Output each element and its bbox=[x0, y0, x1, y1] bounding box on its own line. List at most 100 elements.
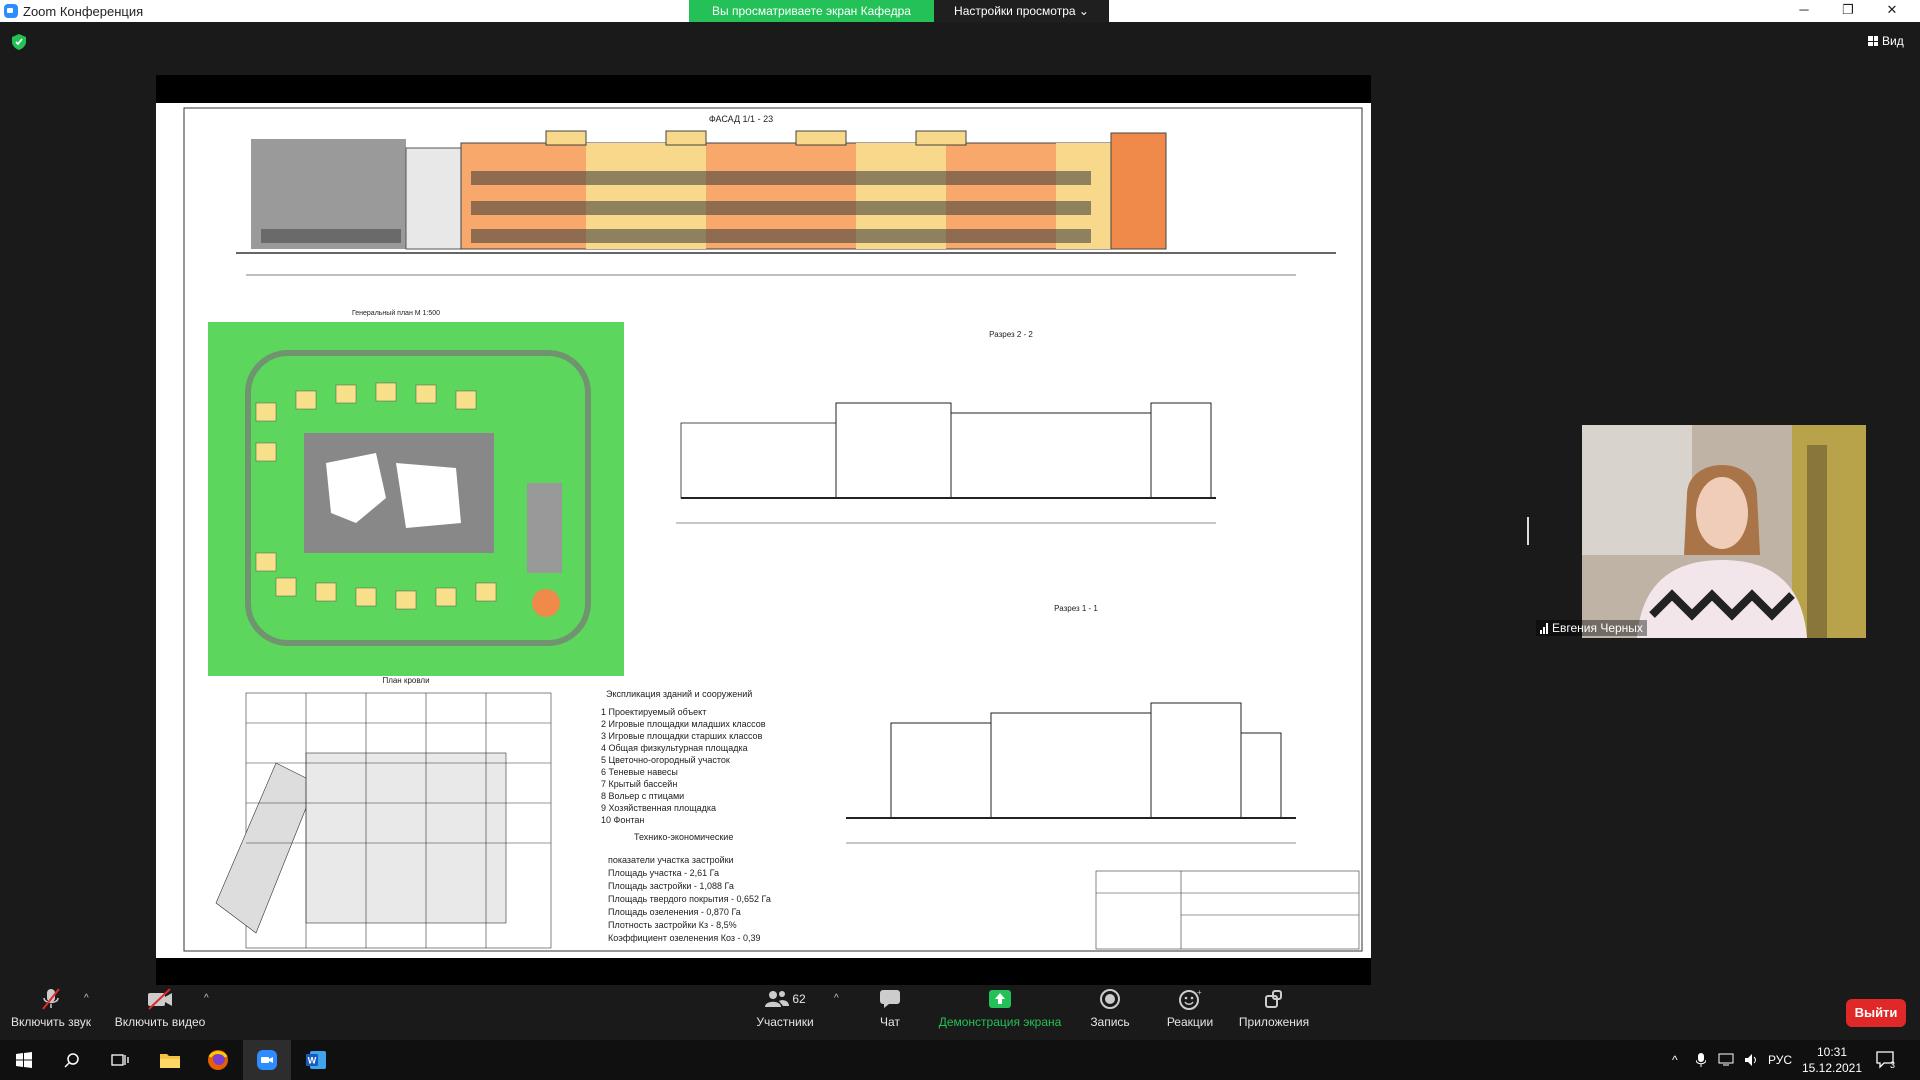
facade-drawing bbox=[236, 130, 1336, 276]
reactions-button[interactable]: + Реакции bbox=[1160, 985, 1220, 1040]
minimize-button[interactable]: ─ bbox=[1782, 0, 1826, 22]
taskbar-firefox[interactable] bbox=[194, 1040, 242, 1080]
restore-button[interactable]: ❐ bbox=[1826, 0, 1870, 22]
participant-name-tag: Евгения Черных bbox=[1536, 620, 1647, 636]
word-icon: W bbox=[306, 1051, 326, 1069]
participants-count: 62 bbox=[792, 992, 806, 1006]
view-settings-button[interactable]: Настройки просмотра ⌄ bbox=[934, 0, 1109, 22]
clock-time: 10:31 bbox=[1816, 1045, 1848, 1059]
section11-title: Разрез 1 - 1 bbox=[1054, 604, 1098, 613]
reactions-label: Реакции bbox=[1166, 1015, 1214, 1029]
participants-label: Участники bbox=[756, 1015, 814, 1029]
video-options-caret[interactable]: ^ bbox=[204, 993, 209, 1004]
resize-handle[interactable] bbox=[1527, 517, 1529, 545]
tray-language[interactable]: РУС bbox=[1768, 1040, 1792, 1080]
start-video-button[interactable]: Включить видео bbox=[112, 985, 208, 1040]
explication-item: 3 Игровые площадки старших классов bbox=[601, 731, 763, 741]
view-button-label: Вид bbox=[1882, 34, 1904, 48]
share-screen-icon bbox=[989, 990, 1011, 1008]
tray-overflow-chevron[interactable]: ^ bbox=[1672, 1040, 1678, 1080]
title-block bbox=[1095, 870, 1360, 950]
signal-strength-icon bbox=[1540, 622, 1548, 634]
meeting-toolbar: Включить звук ^ Включить видео ^ 62 Учас… bbox=[0, 985, 1920, 1040]
restore-icon: ❐ bbox=[1842, 2, 1854, 17]
share-screen-button[interactable]: Демонстрация экрана bbox=[935, 985, 1065, 1040]
explication-item: 10 Фонтан bbox=[601, 815, 644, 825]
view-button[interactable]: Вид bbox=[1868, 34, 1904, 48]
title-bar: Zoom Конференция Вы просматриваете экран… bbox=[0, 0, 1920, 40]
tech-title: Технико-экономические bbox=[634, 832, 733, 842]
tech-item: Коэффициент озеленения Коз - 0,39 bbox=[608, 933, 761, 943]
close-icon: ✕ bbox=[1886, 2, 1898, 17]
svg-text:W: W bbox=[308, 1056, 317, 1066]
roof-plan-drawing bbox=[215, 692, 552, 949]
folder-icon bbox=[160, 1054, 180, 1068]
smiley-icon: + bbox=[1179, 988, 1202, 1010]
explication-item: 4 Общая физкультурная площадка bbox=[601, 743, 748, 753]
audio-options-caret[interactable]: ^ bbox=[84, 993, 89, 1004]
participant-video-frame bbox=[1582, 425, 1866, 638]
chat-button[interactable]: Чат bbox=[870, 985, 910, 1040]
participants-options-caret[interactable]: ^ bbox=[834, 993, 839, 1004]
share-banner: Вы просматриваете экран Кафедра СиГХ Нас… bbox=[689, 0, 1109, 40]
notification-center[interactable]: 3 bbox=[1876, 1040, 1895, 1080]
zoom-app-icon bbox=[4, 4, 18, 18]
chat-icon bbox=[880, 990, 900, 1008]
zoom-icon bbox=[257, 1050, 277, 1070]
section-11-drawing bbox=[846, 702, 1296, 844]
unmute-button[interactable]: Включить звук bbox=[8, 985, 94, 1040]
presentation-slide: ФАСАД 1/1 - 23 Генеральный план М 1:500 bbox=[156, 103, 1371, 958]
explication-item: 6 Теневые навесы bbox=[601, 767, 678, 777]
taskbar-word[interactable]: W bbox=[292, 1040, 340, 1080]
grid-icon bbox=[1868, 36, 1878, 46]
unmute-label: Включить звук bbox=[10, 1015, 92, 1029]
architecture-drawing: ФАСАД 1/1 - 23 Генеральный план М 1:500 bbox=[183, 107, 1363, 952]
genplan-title: Генеральный план М 1:500 bbox=[352, 309, 440, 317]
facade-title: ФАСАД 1/1 - 23 bbox=[709, 114, 773, 124]
explication-item: 1 Проектируемый объект bbox=[601, 707, 706, 717]
record-button[interactable]: Запись bbox=[1085, 985, 1135, 1040]
chevron-up-icon: ^ bbox=[1672, 1053, 1678, 1067]
share-status-label: Вы просматриваете экран Кафедра СиГХ bbox=[689, 0, 934, 40]
window-title: Zoom Конференция bbox=[23, 4, 144, 19]
windows-icon bbox=[16, 1052, 32, 1068]
speaker-icon bbox=[1745, 1054, 1756, 1066]
explication-item: 8 Вольер с птицами bbox=[601, 791, 684, 801]
section-22-drawing bbox=[676, 402, 1216, 524]
apps-button[interactable]: Приложения bbox=[1236, 985, 1312, 1040]
tech-item: Площадь застройки - 1,088 Га bbox=[608, 881, 734, 891]
task-view-icon bbox=[111, 1054, 129, 1066]
tray-network[interactable] bbox=[1718, 1040, 1734, 1080]
section22-title: Разрез 2 - 2 bbox=[989, 330, 1033, 339]
notification-count: 3 bbox=[1890, 1060, 1896, 1070]
roof-plan-title: План кровли bbox=[382, 676, 429, 685]
taskbar-file-explorer[interactable] bbox=[146, 1040, 194, 1080]
minimize-icon: ─ bbox=[1799, 2, 1809, 17]
apps-label: Приложения bbox=[1238, 1015, 1310, 1029]
explication-title: Экспликация зданий и сооружений bbox=[606, 689, 752, 699]
participant-name: Евгения Черных bbox=[1552, 621, 1643, 635]
task-view-button[interactable] bbox=[96, 1040, 144, 1080]
participants-button[interactable]: 62 Участники bbox=[750, 985, 820, 1040]
leave-meeting-button[interactable]: Выйти bbox=[1846, 999, 1906, 1027]
search-button[interactable] bbox=[48, 1040, 96, 1080]
chevron-down-icon: ⌄ bbox=[1078, 4, 1089, 18]
record-label: Запись bbox=[1090, 1015, 1130, 1029]
start-button[interactable] bbox=[0, 1040, 48, 1080]
start-video-label: Включить видео bbox=[114, 1015, 206, 1029]
windows-taskbar: W ^ РУС 10:31 15.12.2021 3 bbox=[0, 1040, 1920, 1080]
firefox-icon bbox=[208, 1050, 228, 1070]
tray-clock[interactable]: 10:31 15.12.2021 bbox=[1800, 1044, 1864, 1076]
share-screen-label: Демонстрация экрана bbox=[938, 1015, 1062, 1029]
taskbar-zoom[interactable] bbox=[243, 1040, 291, 1080]
tech-item: Площадь участка - 2,61 Га bbox=[608, 868, 719, 878]
view-settings-label: Настройки просмотра bbox=[954, 4, 1076, 18]
chat-label: Чат bbox=[880, 1015, 900, 1029]
encryption-shield-icon[interactable] bbox=[12, 34, 26, 50]
close-button[interactable]: ✕ bbox=[1870, 0, 1914, 22]
tray-volume[interactable] bbox=[1744, 1040, 1760, 1080]
tech-item: показатели участка застройки bbox=[608, 855, 734, 865]
participant-video[interactable] bbox=[1582, 425, 1866, 638]
tray-microphone[interactable] bbox=[1696, 1040, 1706, 1080]
mic-off-icon bbox=[42, 988, 60, 1010]
